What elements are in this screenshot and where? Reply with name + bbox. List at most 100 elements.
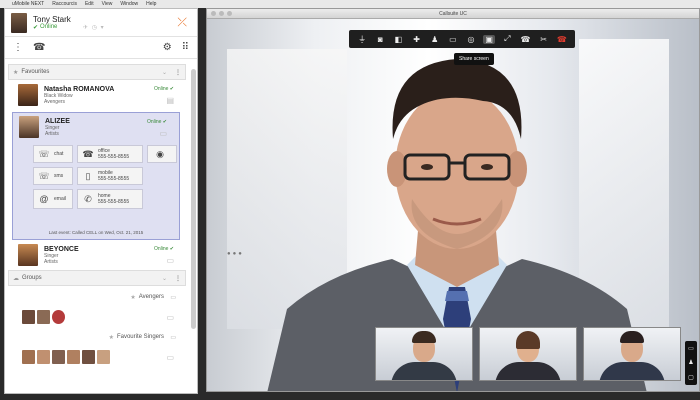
main-video-feed: ●●● ⏚ ◙ ◧ ✚ ♟ ▭ ◎ ▣ ⤢ ☎ ✂ ☎ Share screen: [207, 19, 699, 391]
member-avatar[interactable]: [37, 350, 50, 364]
contact-list-scrollbar[interactable]: [191, 69, 196, 329]
menu-item-view[interactable]: View: [102, 1, 113, 7]
chat-bubble-icon[interactable]: ▤: [166, 96, 174, 105]
settings-tools-icon[interactable]: ✂: [538, 35, 550, 44]
user-avatar[interactable]: [11, 12, 27, 33]
chat-bubble-icon[interactable]: ▭: [159, 129, 167, 138]
member-avatar[interactable]: [82, 350, 95, 364]
header-status-icons[interactable]: ✈ ◷ ▾: [83, 24, 105, 31]
contact-status: Online ✔: [153, 246, 174, 252]
mobile-call-button[interactable]: ▯ mobile 555-555-8555: [77, 167, 143, 185]
call-toolbar: ⏚ ◙ ◧ ✚ ♟ ▭ ◎ ▣ ⤢ ☎ ✂ ☎: [349, 30, 575, 48]
user-status-label: Online: [40, 24, 58, 30]
user-view-icon[interactable]: ♟: [688, 359, 693, 366]
group-name: Favourite Singers: [116, 334, 164, 340]
transfer-call-icon[interactable]: ☎: [519, 35, 531, 44]
star-icon: ★: [108, 334, 114, 341]
office-phone-icon: ☎: [82, 148, 94, 159]
participant-thumbnails: [375, 327, 681, 381]
section-menu-icon[interactable]: ⋮: [175, 275, 181, 282]
close-window-icon[interactable]: [211, 11, 216, 16]
contact-beyonce[interactable]: BEYONCE Singer Artists Online ✔ ▭: [8, 240, 186, 270]
participant-thumb-3[interactable]: [583, 327, 681, 381]
section-menu-icon[interactable]: ⋮: [175, 69, 181, 76]
side-controls: ▭ ♟ ▢: [685, 341, 697, 385]
camera-icon[interactable]: ◙: [374, 35, 386, 44]
dialpad-icon[interactable]: ⠿: [182, 42, 189, 53]
home-call-button[interactable]: ✆ home 555-555-8555: [77, 189, 143, 209]
screen-layout-icon[interactable]: ▭: [688, 345, 694, 352]
menu-item-app[interactable]: uMobile NEXT: [12, 1, 44, 7]
group-chat-icon[interactable]: ▭: [170, 294, 176, 301]
phone-status-icon[interactable]: ☎: [33, 42, 45, 53]
participant-thumb-2[interactable]: [479, 327, 577, 381]
record-icon[interactable]: ◎: [465, 35, 477, 44]
sms-button[interactable]: ☏ sms: [33, 167, 73, 185]
chat-button[interactable]: ☏ chat: [33, 145, 73, 163]
video-call-button[interactable]: ◉: [147, 145, 177, 163]
video-window-titlebar: Callsuite UC: [207, 9, 699, 19]
participants-icon[interactable]: ♟: [429, 35, 441, 44]
settings-gear-icon[interactable]: ⚙: [163, 42, 172, 53]
chevron-down-icon[interactable]: ⌄: [162, 69, 167, 76]
hang-up-icon[interactable]: ☎: [556, 35, 568, 44]
participant-thumb-1[interactable]: [375, 327, 473, 381]
contact-list: ★ Favourites ⌄ ⋮ Natasha ROMANOVA Black …: [5, 61, 189, 393]
member-avatar[interactable]: [37, 310, 50, 324]
share-screen-icon[interactable]: ▣: [483, 34, 496, 44]
mobile-phone-icon: ▯: [85, 170, 91, 181]
menu-bar: uMobile NEXT Raccourcis Edit View Window…: [0, 0, 700, 392]
camera-dots: ●●●: [227, 251, 244, 257]
contact-expanded-alizee: ALIZEE Singer Artists Online ✔ ▭ ☏ chat …: [12, 112, 180, 240]
contact-status: Online ✔: [146, 119, 167, 125]
minimize-window-icon[interactable]: [219, 11, 224, 16]
menu-item-window[interactable]: Window: [120, 1, 138, 7]
office-call-button[interactable]: ☎ office 555-555-8555: [77, 145, 143, 163]
favourites-label: Favourites: [21, 69, 50, 75]
mic-icon[interactable]: ⏚: [356, 34, 368, 45]
member-avatar[interactable]: [52, 310, 65, 324]
menu-dots-icon[interactable]: ⋮: [13, 42, 23, 53]
favourites-section-header[interactable]: ★ Favourites ⌄ ⋮: [8, 64, 186, 80]
menu-item-raccourcis[interactable]: Raccourcis: [52, 1, 77, 7]
member-avatar[interactable]: [22, 350, 35, 364]
contacts-toolbar: ⋮ ☎ ⚙ ⠿: [5, 37, 197, 59]
contact-avatar: [18, 244, 38, 266]
chat-icon[interactable]: ▭: [447, 35, 459, 44]
groups-label: Groups: [22, 275, 42, 281]
chat-bubble-icon[interactable]: ▭: [166, 256, 174, 265]
user-name: Tony Stark: [33, 14, 71, 24]
add-participant-icon[interactable]: ✚: [411, 35, 423, 44]
group-members-singers: ▭: [8, 348, 186, 366]
contact-group: Artists: [45, 130, 59, 137]
contact-natasha[interactable]: Natasha ROMANOVA Black Widow Avengers On…: [8, 80, 186, 110]
menu-item-help[interactable]: Help: [146, 1, 156, 7]
online-check-icon: ✔: [33, 24, 39, 31]
groups-section-header[interactable]: ☁ Groups ⌄ ⋮: [8, 270, 186, 286]
video-call-window: Callsuite UC ●●● ⏚ ◙ ◧ ✚ ♟ ▭ ◎ ▣ ⤢ ☎ ✂ ☎…: [206, 8, 700, 392]
contact-group: Artists: [44, 258, 58, 265]
group-avengers[interactable]: ★ Avengers ▭: [8, 286, 186, 308]
group-favourite-singers[interactable]: ★ Favourite Singers ▭: [8, 326, 186, 348]
chevron-down-icon[interactable]: ⌄: [162, 275, 167, 282]
member-avatar[interactable]: [97, 350, 110, 364]
groups-icon: ☁: [13, 275, 19, 282]
share-screen-tooltip: Share screen: [454, 53, 494, 65]
user-header: Tony Stark ✔ Online ✈ ◷ ▾ ⤫: [5, 9, 197, 37]
chat-bubble-icon[interactable]: ▭: [166, 353, 174, 362]
contact-avatar: [18, 84, 38, 106]
contact-avatar: [19, 116, 39, 138]
file-icon[interactable]: ◧: [392, 35, 404, 44]
webcam-icon: ◉: [156, 148, 164, 159]
zoom-window-icon[interactable]: [227, 11, 232, 16]
group-chat-icon[interactable]: ▭: [170, 334, 176, 341]
minimize-view-icon[interactable]: ▢: [688, 374, 694, 381]
member-avatar[interactable]: [67, 350, 80, 364]
member-avatar[interactable]: [22, 310, 35, 324]
fullscreen-icon[interactable]: ⤢: [501, 34, 513, 44]
member-avatar[interactable]: [52, 350, 65, 364]
menu-item-edit[interactable]: Edit: [85, 1, 94, 7]
user-status[interactable]: ✔ Online: [33, 24, 71, 31]
chat-bubble-icon[interactable]: ▭: [166, 313, 174, 322]
email-button[interactable]: @ email: [33, 189, 73, 209]
